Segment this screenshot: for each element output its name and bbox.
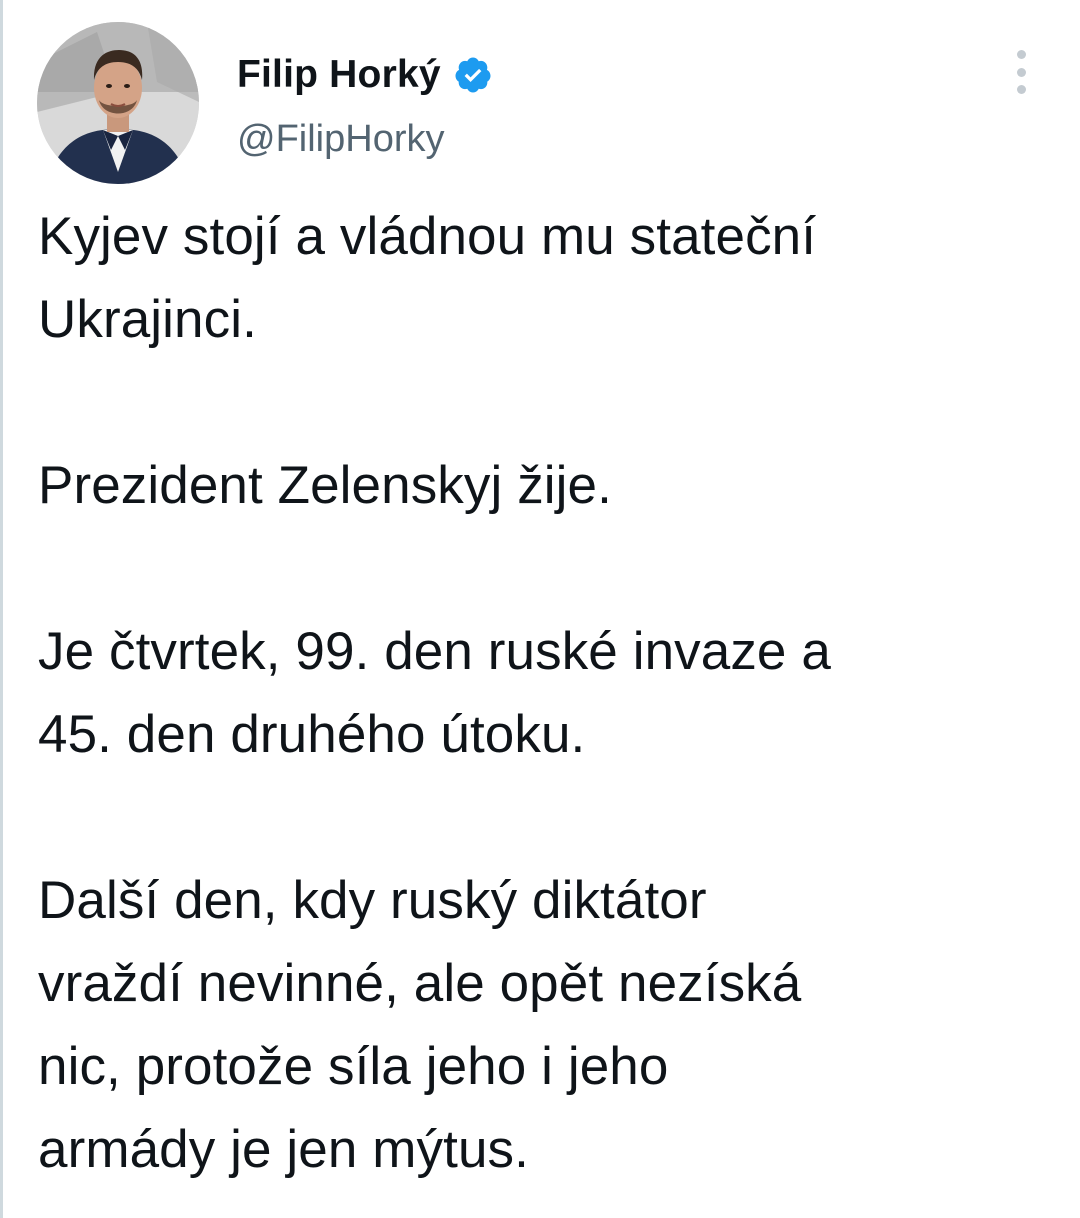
more-vertical-icon-dot (1016, 67, 1026, 77)
tweet-paragraph: Další den, kdy ruský diktátor vraždí nev… (38, 859, 1048, 1191)
tweet-line: Kyjev stojí a vládnou mu stateční (38, 207, 817, 266)
avatar[interactable] (37, 22, 199, 184)
more-vertical-icon (1016, 50, 1026, 59)
tweet-line: vraždí nevinné, ale opět nezíská (38, 954, 802, 1013)
tweet-paragraph: Kyjev stojí a vládnou mu stateční Ukraji… (38, 195, 1048, 361)
verified-badge-icon (453, 55, 493, 95)
tweet-line: Další den, kdy ruský diktátor (38, 871, 707, 930)
tweet-line: Je čtvrtek, 99. den ruské invaze a (38, 622, 831, 681)
tweet-line: armády je jen mýtus. (38, 1120, 529, 1179)
tweet-paragraph: Je čtvrtek, 99. den ruské invaze a 45. d… (38, 610, 1048, 776)
author-name-row: Filip Horký (237, 50, 493, 100)
tweet-text: Kyjev stojí a vládnou mu stateční Ukraji… (38, 195, 1048, 1191)
tweet-line: Ukrajinci. (38, 290, 257, 349)
more-options-button[interactable] (1004, 50, 1038, 94)
more-vertical-icon-dot (1016, 85, 1026, 94)
tweet-line: nic, protože síla jeho i jeho (38, 1037, 669, 1096)
tweet: Filip Horký @FilipHorky Kyjev stojí a vl… (0, 0, 1080, 1218)
tweet-paragraph: Prezident Zelenskyj žije. (38, 444, 1048, 527)
author-display-name[interactable]: Filip Horký (237, 53, 441, 97)
tweet-line: Prezident Zelenskyj žije. (38, 456, 612, 515)
tweet-line: 45. den druhého útoku. (38, 705, 586, 764)
avatar-photo-icon (37, 22, 199, 184)
author-handle[interactable]: @FilipHorky (237, 118, 444, 161)
